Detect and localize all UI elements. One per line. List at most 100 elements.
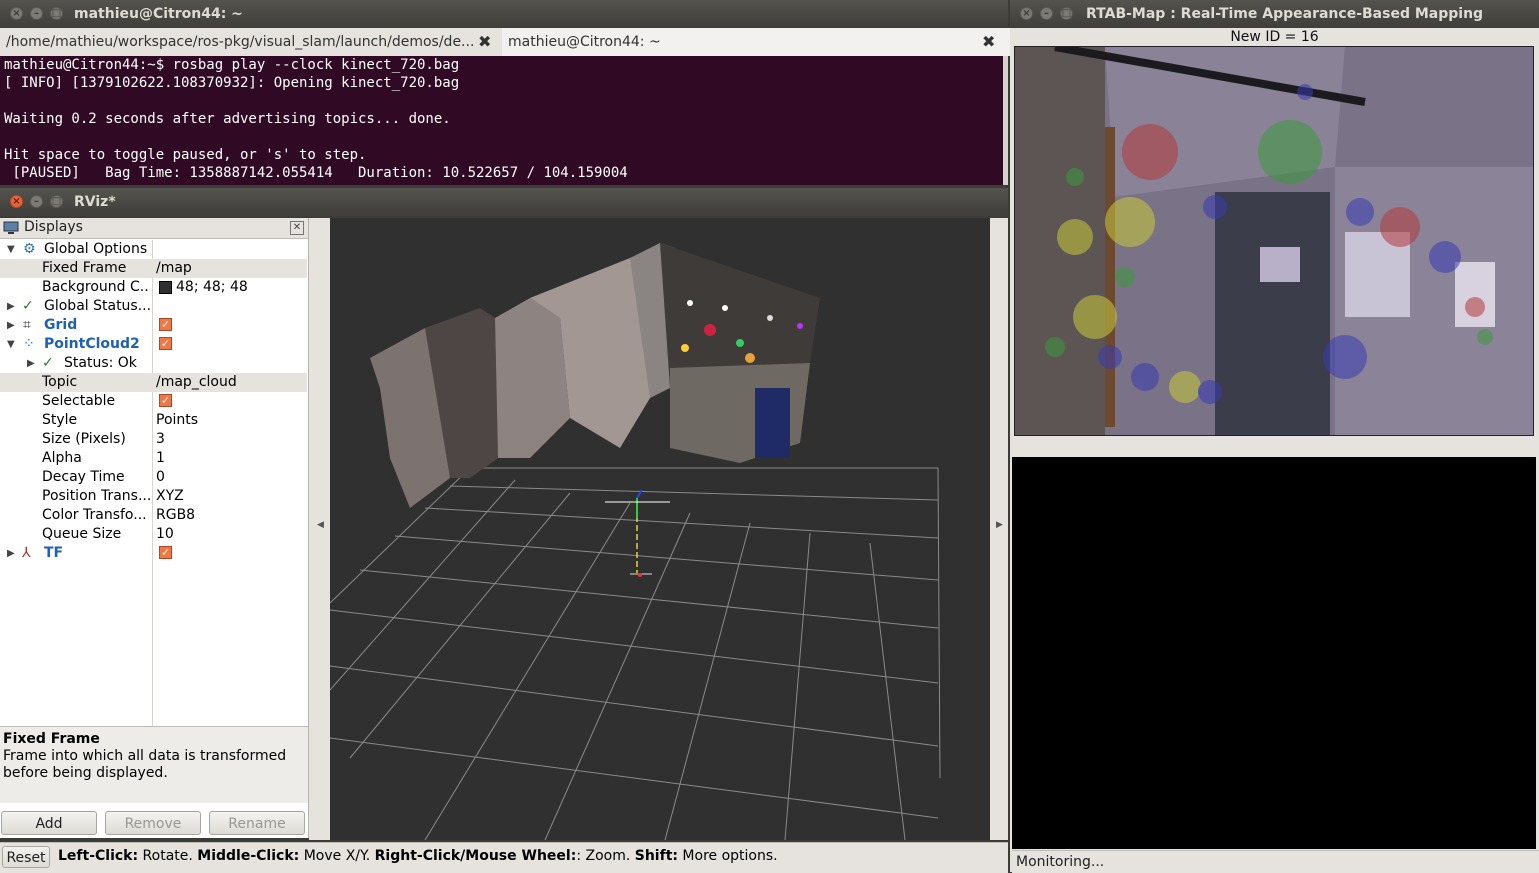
terminal-tab-1-label: /home/mathieu/workspace/ros-pkg/visual_s… [6, 34, 475, 50]
tree-row-position-transformer[interactable]: Position Trans... XYZ [0, 487, 307, 506]
tree-row-style[interactable]: Style Points [0, 411, 307, 430]
add-button[interactable]: Add [1, 811, 97, 835]
terminal-line: Hit space to toggle paused, or 's' to st… [4, 147, 367, 163]
tree-value[interactable]: XYZ [156, 487, 184, 506]
rviz-window-title: RViz* [74, 194, 116, 210]
terminal-line: [ INFO] [1379102622.108370932]: Opening … [4, 75, 460, 91]
rviz-minimize-button[interactable]: – [30, 195, 43, 208]
rtabmap-titlebar: × – □ RTAB-Map : Real-Time Appearance-Ba… [1010, 0, 1539, 28]
help-value: Rotate. [138, 848, 198, 864]
tree-value[interactable]: 10 [156, 525, 174, 544]
collapse-right-icon[interactable]: ▶ [996, 520, 1003, 530]
tree-value[interactable]: /map_cloud [156, 373, 237, 392]
tree-row-color-transformer[interactable]: Color Transfo... RGB8 [0, 506, 307, 525]
terminal-close-button[interactable]: × [10, 7, 23, 20]
enable-checkbox[interactable]: ✓ [159, 546, 172, 559]
help-key: Middle-Click: [197, 848, 300, 864]
tree-row-size[interactable]: Size (Pixels) 3 [0, 430, 307, 449]
tree-label: Alpha [42, 450, 82, 466]
tree-value[interactable]: 1 [156, 449, 165, 468]
tree-row-decay-time[interactable]: Decay Time 0 [0, 468, 307, 487]
terminal-scrollbar[interactable] [1003, 56, 1008, 185]
rviz-status-bar: Reset Left-Click: Rotate. Middle-Click: … [0, 842, 1008, 873]
displays-header: Displays ✕ [0, 218, 308, 239]
terminal-tab-1[interactable]: /home/mathieu/workspace/ros-pkg/visual_s… [0, 28, 506, 56]
tree-value[interactable]: 0 [156, 468, 165, 487]
tree-row-alpha[interactable]: Alpha 1 [0, 449, 307, 468]
tree-row-selectable[interactable]: Selectable ✓ [0, 392, 307, 411]
tree-label: Style [42, 412, 78, 428]
color-swatch [159, 281, 172, 294]
rtabmap-minimize-button[interactable]: – [1040, 7, 1053, 20]
terminal-titlebar: × – □ mathieu@Citron44: ~ [0, 0, 1008, 28]
collapsed-arrow-icon[interactable]: ▶ [27, 354, 35, 373]
rtabmap-maximize-button[interactable]: □ [1060, 7, 1073, 20]
tree-label: Status: Ok [64, 355, 137, 371]
grid-icon: ⌗ [23, 317, 31, 333]
checkmark-icon: ✓ [42, 355, 54, 371]
rviz-maximize-button[interactable]: □ [50, 195, 63, 208]
tree-label: Color Transfo... [42, 507, 147, 523]
tree-value[interactable]: RGB8 [156, 506, 195, 525]
terminal-tab-2-label: mathieu@Citron44: ~ [508, 34, 661, 50]
expanded-arrow-icon[interactable]: ▼ [7, 335, 15, 354]
tree-row-pointcloud2[interactable]: ▼ ⁘ PointCloud2 ✓ [0, 335, 307, 354]
rtabmap-splitter[interactable] [1012, 440, 1536, 456]
remove-button[interactable]: Remove [105, 811, 201, 835]
collapsed-arrow-icon[interactable]: ▶ [7, 544, 15, 563]
collapsed-arrow-icon[interactable]: ▶ [7, 297, 15, 316]
tree-value[interactable]: Points [156, 411, 198, 430]
tree-row-status-ok[interactable]: ▶ ✓ Status: Ok [0, 354, 307, 373]
tree-label: Position Trans... [42, 488, 150, 504]
expanded-arrow-icon[interactable]: ▼ [7, 240, 15, 259]
rviz-titlebar: × – □ RViz* [0, 188, 1008, 216]
help-value: Move X/Y. [299, 848, 375, 864]
tree-value[interactable]: 48; 48; 48 [176, 278, 248, 297]
tree-value[interactable]: /map [156, 259, 192, 278]
tree-value[interactable]: 3 [156, 430, 165, 449]
tree-row-fixed-frame[interactable]: Fixed Frame /map [0, 259, 307, 278]
tree-label: Topic [42, 374, 78, 390]
terminal-tab-2[interactable]: mathieu@Citron44: ~ [502, 28, 1014, 56]
tree-row-global-status[interactable]: ▶ ✓ Global Status... [0, 297, 307, 316]
tree-row-background-color[interactable]: Background C... 48; 48; 48 [0, 278, 307, 297]
new-id-label: New ID = 16 [1230, 29, 1319, 45]
terminal-tab-1-close-icon[interactable]: ✖ [478, 28, 491, 56]
terminal-output[interactable]: mathieu@Citron44:~$ rosbag play --clock … [0, 56, 1003, 185]
left-splitter[interactable]: ◀ [309, 218, 330, 840]
selectable-checkbox[interactable]: ✓ [159, 394, 172, 407]
tree-label: Queue Size [42, 526, 122, 542]
enable-checkbox[interactable]: ✓ [159, 318, 172, 331]
terminal-minimize-button[interactable]: – [30, 7, 43, 20]
tree-label: Global Options [44, 241, 148, 257]
description-text-line-1: Frame into which all data is transformed [3, 748, 287, 764]
terminal-line: [PAUSED] Bag Time: 1358887142.055414 Dur… [4, 165, 628, 181]
right-splitter[interactable]: ▶ [990, 218, 1008, 840]
tree-row-grid[interactable]: ▶ ⌗ Grid ✓ [0, 316, 307, 335]
terminal-line: mathieu@Citron44:~$ rosbag play --clock … [4, 57, 460, 73]
collapse-left-icon[interactable]: ◀ [317, 520, 324, 530]
ground-grid [330, 467, 941, 840]
tree-row-topic[interactable]: Topic /map_cloud [0, 373, 307, 392]
rtabmap-close-button[interactable]: × [1020, 7, 1033, 20]
terminal-maximize-button[interactable]: □ [50, 7, 63, 20]
tree-label: Grid [44, 317, 78, 333]
collapsed-arrow-icon[interactable]: ▶ [7, 316, 15, 335]
rtabmap-loop-closure-view [1012, 457, 1536, 849]
status-text: Monitoring... [1016, 854, 1105, 870]
rename-button[interactable]: Rename [209, 811, 305, 835]
camera-frame-with-features [1015, 47, 1533, 435]
tree-label: Global Status... [44, 298, 150, 314]
tree-row-tf[interactable]: ▶ ⅄ TF ✓ [0, 544, 307, 563]
3d-viewport[interactable] [330, 218, 990, 840]
rviz-close-button[interactable]: × [10, 195, 23, 208]
reset-button[interactable]: Reset [2, 846, 50, 868]
tree-label: Background C... [42, 279, 150, 295]
enable-checkbox[interactable]: ✓ [159, 337, 172, 350]
rtabmap-status-bar: Monitoring... [1012, 850, 1539, 873]
help-key: Left-Click: [58, 848, 139, 864]
tree-row-queue-size[interactable]: Queue Size 10 [0, 525, 307, 544]
tree-row-global-options[interactable]: ▼ ⚙ Global Options [0, 240, 307, 259]
close-panel-icon[interactable]: ✕ [290, 221, 304, 235]
terminal-tab-2-close-icon[interactable]: ✖ [982, 28, 995, 56]
